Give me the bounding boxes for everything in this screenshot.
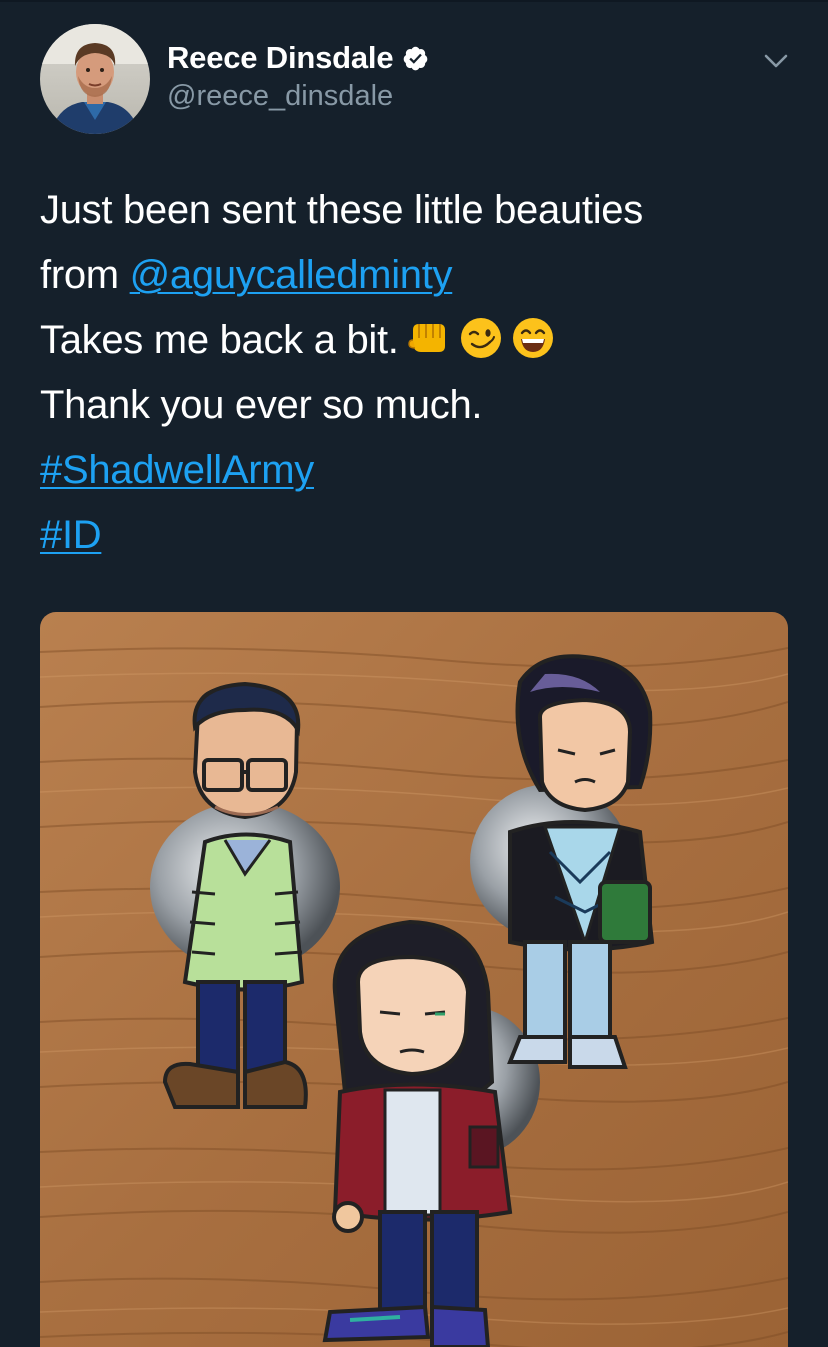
tweet-line-2-prefix: from — [40, 253, 130, 297]
tweet-media-photo[interactable] — [40, 612, 788, 1347]
top-divider — [0, 0, 828, 2]
hashtag-shadwellarmy-link[interactable]: #ShadwellArmy — [40, 448, 314, 492]
mention-link[interactable]: @aguycalledminty — [130, 253, 453, 297]
author-display-name[interactable]: Reece Dinsdale — [167, 40, 394, 76]
author-avatar[interactable] — [40, 24, 150, 134]
tweet-line-5: #ShadwellArmy — [40, 438, 800, 503]
hashtag-id-link[interactable]: #ID — [40, 513, 102, 557]
verified-badge-icon — [404, 46, 428, 70]
winking-face-emoji — [460, 318, 501, 359]
grinning-face-emoji — [512, 318, 553, 359]
tweet-line-2: from @aguycalledminty — [40, 243, 800, 308]
tweet-text: Just been sent these little beauties fro… — [40, 178, 800, 568]
tweet-line-1: Just been sent these little beauties — [40, 188, 643, 232]
tweet-line-6: #ID — [40, 503, 800, 568]
tweet-line-3-text: Takes me back a bit. — [40, 318, 399, 362]
oncoming-fist-emoji — [407, 324, 445, 353]
chevron-down-icon[interactable] — [762, 50, 790, 72]
author-handle[interactable]: @reece_dinsdale — [167, 80, 393, 113]
author-name-row[interactable]: Reece Dinsdale — [167, 38, 429, 78]
tweet-line-4: Thank you ever so much. — [40, 383, 483, 427]
tweet-line-3: Takes me back a bit. — [40, 308, 800, 373]
